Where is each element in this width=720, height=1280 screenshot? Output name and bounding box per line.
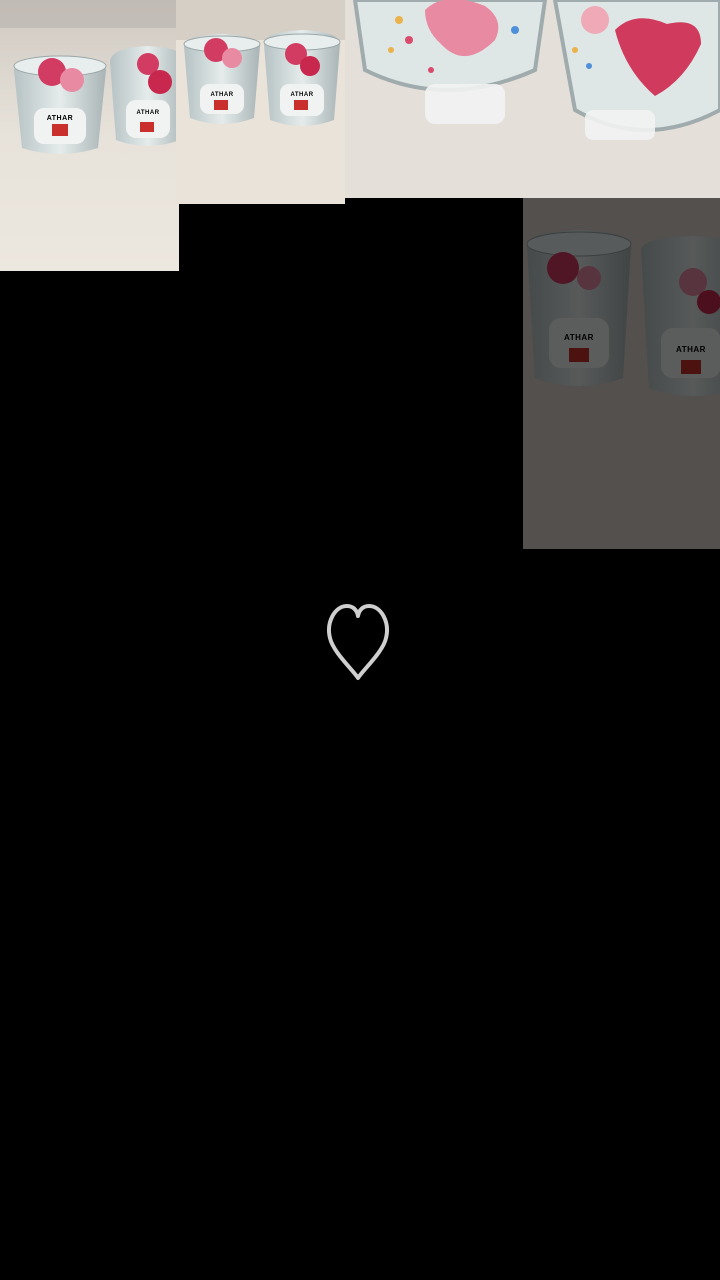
candle-photo-3-image: [345, 0, 720, 198]
candle-photo-1-image: ATHAR ATHAR: [0, 0, 179, 271]
candle-photo-1: ATHAR ATHAR: [0, 0, 179, 271]
heart-outline-icon: [327, 604, 389, 680]
candle-photo-2-image: ATHAR ATHAR: [176, 0, 345, 204]
candle-brand-label: ATHAR: [136, 110, 159, 116]
candle-photo-2: ATHAR ATHAR: [176, 0, 345, 204]
candle-brand-label: ATHAR: [290, 92, 313, 98]
dim-overlay: [523, 198, 720, 549]
like-button[interactable]: [318, 596, 398, 686]
candle-photo-3: [345, 0, 720, 198]
candle-brand-label: ATHAR: [47, 115, 73, 122]
candle-photo-4: ATHAR ATHAR: [523, 198, 720, 549]
candle-brand-label: ATHAR: [210, 92, 233, 98]
